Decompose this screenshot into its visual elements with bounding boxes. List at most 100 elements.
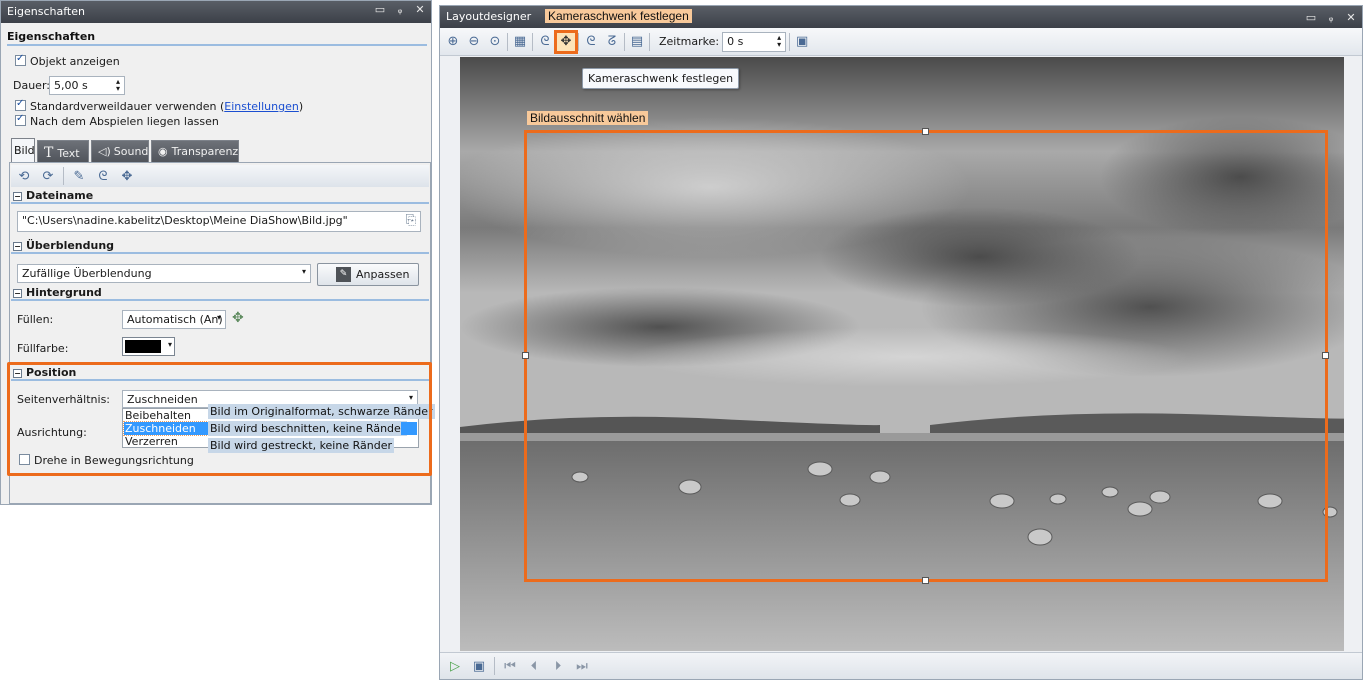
transition-select[interactable]: Zufällige Überblendung ▾ bbox=[17, 264, 311, 283]
filename-value: "C:\Users\nadine.kabelitz\Desktop\Meine … bbox=[22, 214, 348, 227]
previous-frame-icon[interactable]: ⏴ bbox=[525, 657, 543, 675]
crop-frame[interactable] bbox=[524, 130, 1328, 582]
tab-sound[interactable]: ◁) Sound bbox=[91, 140, 149, 163]
layout-toolbar: ⊕ ⊖ ⊙ ▦ ᘓ ✥ ᘓ ᘔ ▤ Zeitmarke: 0 s ▴ ▾ ▣ bbox=[440, 28, 1362, 56]
edit-image-icon[interactable]: ✎ bbox=[70, 167, 88, 185]
tab-bild[interactable]: Bild bbox=[11, 138, 35, 163]
adjust-button[interactable]: ✎ Anpassen bbox=[317, 263, 419, 286]
motion-path-icon[interactable]: ᘓ bbox=[94, 167, 112, 185]
properties-header: Eigenschaften bbox=[7, 30, 427, 46]
rotate-left-icon[interactable]: ⟲ bbox=[15, 167, 33, 185]
resize-handle-top[interactable] bbox=[922, 128, 929, 135]
standard-duration-row[interactable]: Standardverweildauer verwenden (Einstell… bbox=[15, 98, 304, 113]
layout-designer-title: Layoutdesigner bbox=[446, 10, 532, 23]
camera-pan-icon[interactable]: ✥ bbox=[118, 167, 136, 185]
open-folder-icon[interactable]: ⎘ bbox=[406, 213, 416, 228]
duration-stepper[interactable]: 5,00 s ▴ ▾ bbox=[49, 76, 125, 95]
time-marker-label: Zeitmarke: bbox=[659, 35, 720, 48]
keep-after-play-checkbox[interactable] bbox=[15, 113, 26, 126]
position-highlight-frame bbox=[7, 362, 432, 476]
properties-window-buttons: ▭ ᵩ ✕ bbox=[373, 3, 427, 16]
settings-link[interactable]: Einstellungen bbox=[224, 100, 299, 113]
dock-icon[interactable]: ▭ bbox=[373, 3, 387, 16]
image-toolbar: ⟲ ⟳ ✎ ᘓ ✥ bbox=[11, 165, 429, 187]
properties-titlebar: Eigenschaften bbox=[1, 1, 431, 23]
play-icon[interactable]: ▷ bbox=[446, 657, 464, 675]
tab-text-label: Text bbox=[57, 147, 80, 160]
camera-pan-icon[interactable]: ✥ bbox=[554, 29, 578, 54]
zoom-out-icon[interactable]: ⊖ bbox=[465, 33, 483, 51]
close-icon[interactable]: ✕ bbox=[1344, 11, 1358, 24]
toolbar-divider bbox=[494, 657, 495, 675]
properties-title: Eigenschaften bbox=[7, 5, 85, 18]
eye-icon: ◉ bbox=[158, 145, 168, 158]
fill-value: Automatisch (An) bbox=[127, 313, 223, 326]
collapse-icon[interactable]: − bbox=[13, 289, 22, 298]
chevron-down-icon[interactable]: ▾ bbox=[168, 340, 172, 349]
transition-section-title: Überblendung bbox=[26, 239, 115, 252]
color-swatch bbox=[125, 340, 161, 353]
transition-section[interactable]: − Überblendung bbox=[11, 239, 429, 254]
filename-section[interactable]: − Dateiname bbox=[11, 189, 429, 204]
next-frame-icon[interactable]: ⏵ bbox=[549, 657, 567, 675]
stepper-arrows-icon[interactable]: ▴ ▾ bbox=[777, 33, 781, 48]
chevron-down-icon[interactable]: ▾ bbox=[302, 267, 306, 276]
collapse-icon[interactable]: − bbox=[13, 192, 22, 201]
remove-path-point-icon[interactable]: ᘔ bbox=[603, 33, 621, 51]
background-section[interactable]: − Hintergrund bbox=[11, 286, 429, 301]
tab-transparenz[interactable]: ◉ Transparenz bbox=[151, 140, 239, 163]
camera-pan-callout: Kameraschwenk festlegen bbox=[545, 9, 692, 23]
duration-label: Dauer: bbox=[13, 79, 50, 92]
show-object-checkbox[interactable] bbox=[15, 53, 26, 66]
fill-select[interactable]: Automatisch (An) ▾ bbox=[122, 310, 226, 329]
toolbar-divider bbox=[789, 32, 791, 51]
transition-value: Zufällige Überblendung bbox=[22, 267, 152, 280]
play-from-start-icon[interactable]: ▣ bbox=[470, 657, 488, 675]
motion-path-icon[interactable]: ᘓ bbox=[536, 33, 554, 51]
toolbar-divider bbox=[578, 32, 579, 51]
first-frame-icon[interactable]: ⏮ bbox=[501, 657, 519, 675]
align-icon[interactable]: ▤ bbox=[628, 33, 646, 51]
tab-transparenz-label: Transparenz bbox=[171, 145, 239, 158]
collapse-icon[interactable]: − bbox=[13, 242, 22, 251]
layout-window-buttons: ▭ ᵩ ✕ bbox=[1304, 11, 1358, 24]
dock-icon[interactable]: ▭ bbox=[1304, 11, 1318, 24]
show-object-label: Objekt anzeigen bbox=[30, 55, 120, 68]
keep-after-play-row[interactable]: Nach dem Abspielen liegen lassen bbox=[15, 113, 219, 128]
toolbar-divider bbox=[507, 32, 508, 51]
standard-duration-prefix: Standardverweildauer verwenden ( bbox=[30, 100, 225, 113]
zoom-fit-icon[interactable]: ⊙ bbox=[486, 33, 504, 51]
toolbar-divider bbox=[649, 32, 650, 51]
resize-handle-bottom[interactable] bbox=[922, 577, 929, 584]
rotate-right-icon[interactable]: ⟳ bbox=[39, 167, 57, 185]
chevron-down-icon[interactable]: ▾ bbox=[217, 313, 221, 322]
fill-label: Füllen: bbox=[17, 313, 54, 326]
adjust-button-label: Anpassen bbox=[356, 268, 410, 281]
layout-designer-window: Layoutdesigner ▭ ᵩ ✕ ⊕ ⊖ ⊙ ▦ ᘓ ✥ ᘓ ᘔ ▤ Z… bbox=[439, 5, 1363, 680]
save-icon[interactable]: ▣ bbox=[793, 33, 811, 51]
filename-section-title: Dateiname bbox=[26, 189, 94, 202]
last-frame-icon[interactable]: ⏭ bbox=[573, 657, 591, 675]
fill-options-icon[interactable]: ✥ bbox=[232, 310, 244, 326]
standard-duration-checkbox[interactable] bbox=[15, 98, 26, 111]
add-path-point-icon[interactable]: ᘓ bbox=[582, 33, 600, 51]
crop-callout: Bildausschnitt wählen bbox=[527, 111, 649, 125]
background-section-title: Hintergrund bbox=[26, 286, 102, 299]
zoom-in-icon[interactable]: ⊕ bbox=[444, 33, 462, 51]
standard-duration-suffix: ) bbox=[298, 100, 304, 113]
stepper-arrows-icon[interactable]: ▴ ▾ bbox=[116, 78, 120, 93]
time-marker-stepper[interactable]: 0 s ▴ ▾ bbox=[722, 31, 787, 52]
grid-icon[interactable]: ▦ bbox=[511, 33, 529, 51]
properties-panel: Eigenschaften ▭ ᵩ ✕ Eigenschaften Objekt… bbox=[0, 0, 435, 505]
resize-handle-right[interactable] bbox=[1322, 352, 1329, 359]
filename-field[interactable]: "C:\Users\nadine.kabelitz\Desktop\Meine … bbox=[17, 211, 421, 232]
show-object-row[interactable]: Objekt anzeigen bbox=[15, 53, 120, 68]
tooltip: Kameraschwenk festlegen bbox=[582, 68, 740, 89]
pin-icon[interactable]: ᵩ bbox=[1324, 11, 1338, 24]
resize-handle-left[interactable] bbox=[522, 352, 529, 359]
close-icon[interactable]: ✕ bbox=[413, 3, 427, 16]
pin-icon[interactable]: ᵩ bbox=[393, 3, 407, 16]
fill-color-picker[interactable]: ▾ bbox=[122, 337, 175, 356]
fill-color-label: Füllfarbe: bbox=[17, 342, 69, 355]
tab-text[interactable]: T Text bbox=[37, 140, 89, 163]
